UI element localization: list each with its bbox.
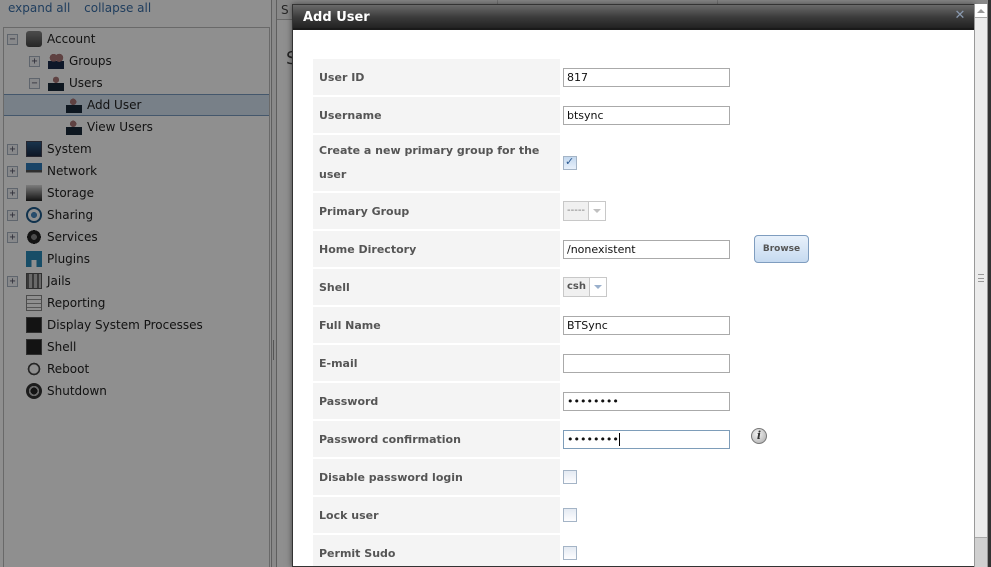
disable-password-login-checkbox[interactable] — [563, 470, 577, 484]
user-id-input[interactable]: 817 — [563, 67, 730, 87]
permit-sudo-checkbox[interactable] — [563, 546, 577, 560]
vertical-scrollbar[interactable] — [974, 4, 988, 567]
chevron-down-icon[interactable] — [590, 278, 606, 296]
field-label: Full Name — [313, 307, 560, 343]
scroll-thumb-grip[interactable] — [978, 274, 984, 282]
shell-select[interactable]: csh — [563, 277, 607, 297]
text-caret — [618, 433, 620, 446]
select-value: csh — [564, 278, 590, 296]
form-row-user-id: User ID 817 — [313, 59, 963, 95]
chevron-down-icon[interactable] — [589, 202, 606, 220]
form-row-email: E-mail — [313, 345, 963, 381]
scroll-up-arrow-icon[interactable] — [975, 4, 987, 18]
create-group-checkbox[interactable] — [563, 155, 577, 170]
dialog-titlebar[interactable]: Add User ✕ — [293, 5, 974, 30]
email-input[interactable] — [563, 353, 730, 373]
info-icon[interactable]: i — [751, 428, 767, 444]
home-directory-input[interactable]: /nonexistent — [563, 239, 730, 259]
form-row-disable-password-login: Disable password login — [313, 459, 963, 495]
password-input[interactable]: •••••••• — [563, 391, 730, 411]
form-row-permit-sudo: Permit Sudo — [313, 535, 963, 566]
browse-button[interactable]: Browse — [754, 235, 809, 263]
field-label: Home Directory — [313, 231, 560, 267]
field-label: Username — [313, 97, 560, 133]
form-row-full-name: Full Name BTSync — [313, 307, 963, 343]
select-value: ----- — [564, 202, 590, 220]
field-label: Password — [313, 383, 560, 419]
field-label: Shell — [313, 269, 560, 305]
form-row-lock-user: Lock user — [313, 497, 963, 533]
field-label: User ID — [313, 59, 560, 95]
field-label: Password confirmation — [313, 421, 560, 457]
form-row-primary-group: Primary Group ----- — [313, 193, 963, 229]
form-row-username: Username btsync — [313, 97, 963, 133]
scroll-track-end[interactable] — [975, 537, 987, 567]
field-label: Create a new primary group for the user — [313, 135, 560, 191]
password-confirmation-input[interactable]: •••••••• — [563, 429, 730, 449]
add-user-dialog: Add User ✕ User ID 817 Username btsync C… — [292, 4, 975, 567]
form-row-password-confirmation: Password confirmation •••••••• i — [313, 421, 963, 457]
field-label: Disable password login — [313, 459, 560, 495]
field-label: E-mail — [313, 345, 560, 381]
password-confirmation-value: •••••••• — [567, 432, 619, 446]
field-label: Lock user — [313, 497, 560, 533]
close-icon[interactable]: ✕ — [954, 9, 966, 22]
form-row-password: Password •••••••• — [313, 383, 963, 419]
form-row-create-group: Create a new primary group for the user — [313, 135, 963, 191]
dialog-title: Add User — [303, 10, 370, 25]
username-input[interactable]: btsync — [563, 105, 730, 125]
field-label: Primary Group — [313, 193, 560, 229]
primary-group-select[interactable]: ----- — [563, 201, 607, 221]
form-row-home-directory: Home Directory /nonexistent Browse — [313, 231, 963, 267]
full-name-input[interactable]: BTSync — [563, 315, 730, 335]
lock-user-checkbox[interactable] — [563, 508, 577, 522]
field-label: Permit Sudo — [313, 535, 560, 566]
dialog-body: User ID 817 Username btsync Create a new… — [293, 32, 974, 566]
form-row-shell: Shell csh — [313, 269, 963, 305]
